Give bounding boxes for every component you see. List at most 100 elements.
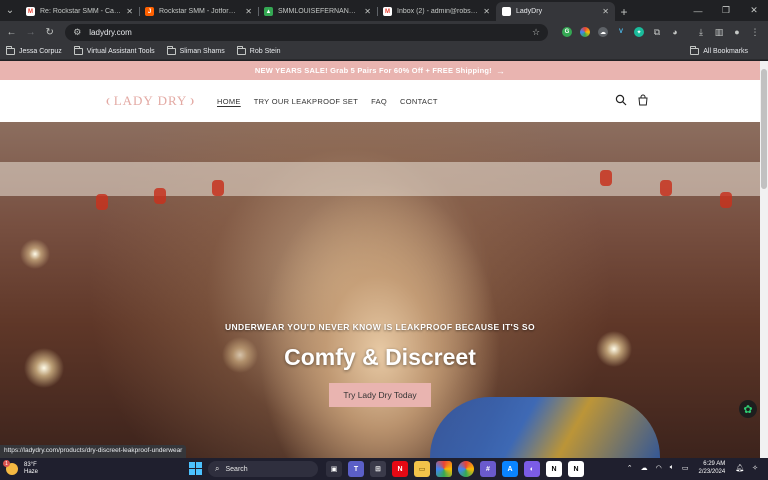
- browser-tab[interactable]: ▲ SMMLOUISEFERNANDEZCV.pdf ✕: [258, 2, 377, 21]
- logo-wing-right-icon: ❩: [188, 96, 197, 106]
- notion-calendar-icon[interactable]: N: [568, 461, 584, 477]
- side-panel-icon[interactable]: ▥: [712, 25, 726, 39]
- site-info-icon[interactable]: ⚙: [73, 27, 81, 38]
- weather-widget[interactable]: 1 83°F Haze: [3, 460, 38, 476]
- all-bookmarks[interactable]: All Bookmarks: [690, 43, 748, 60]
- task-view-icon[interactable]: ▣: [326, 461, 342, 477]
- canva-icon[interactable]: ◐: [524, 461, 540, 477]
- close-tab-icon[interactable]: ✕: [126, 7, 133, 16]
- header-icons: [606, 93, 650, 107]
- browser-tab[interactable]: M Re: Rockstar SMM - Caroline Sc ✕: [20, 2, 139, 21]
- nav-faq[interactable]: FAQ: [371, 97, 387, 106]
- try-lady-dry-button[interactable]: Try Lady Dry Today: [329, 383, 431, 407]
- tab-title: SMMLOUISEFERNANDEZCV.pdf: [278, 8, 361, 15]
- arrow-right-icon: →: [495, 65, 506, 76]
- site-logo[interactable]: ❨ LADY DRY ❩: [104, 93, 197, 109]
- background-lamp: [154, 188, 166, 204]
- close-tab-icon[interactable]: ✕: [245, 7, 252, 16]
- background-lamp: [660, 180, 672, 196]
- gmail-icon: M: [383, 7, 392, 16]
- notification-bell-icon[interactable]: 🔔︎: [735, 464, 744, 472]
- chrome-icon[interactable]: [436, 461, 452, 477]
- chrome-profile-icon[interactable]: [458, 461, 474, 477]
- slack-icon[interactable]: #: [480, 461, 496, 477]
- tab-title: Rockstar SMM - Jotform Tables: [159, 8, 241, 15]
- search-icon: ⌕: [215, 464, 220, 473]
- bookmark-folder[interactable]: Sliman Shams: [166, 45, 225, 55]
- extension-v-icon[interactable]: V: [616, 27, 626, 37]
- nav-try-leakproof-set[interactable]: TRY OUR LEAKPROOF SET: [254, 97, 358, 106]
- address-bar[interactable]: ⚙ ladydry.com ☆: [65, 23, 549, 41]
- extension-color-icon[interactable]: [580, 27, 591, 37]
- chatgpt-assistant-icon[interactable]: ✿: [739, 400, 757, 418]
- windows-start-icon[interactable]: [189, 462, 202, 475]
- wifi-icon[interactable]: ◠: [656, 464, 662, 472]
- browser-tab[interactable]: J Rockstar SMM - Jotform Tables ✕: [139, 2, 258, 21]
- nav-contact[interactable]: CONTACT: [400, 97, 438, 106]
- bookmark-folder[interactable]: Rob Stein: [236, 45, 281, 55]
- hero-subtitle: UNDERWEAR YOU'D NEVER KNOW IS LEAKPROOF …: [224, 322, 536, 332]
- battery-icon[interactable]: ▭: [682, 464, 689, 472]
- background-lamp: [96, 194, 108, 210]
- folder-icon: [166, 45, 176, 55]
- system-clock[interactable]: 6:29 AM 2/23/2024: [699, 460, 726, 476]
- profile-avatar-icon[interactable]: ◕: [668, 25, 682, 39]
- browser-tab[interactable]: M Inbox (2) - admin@robstein.co ✕: [377, 2, 496, 21]
- weather-sun-icon: 1: [3, 460, 18, 475]
- app-store-icon[interactable]: A: [502, 461, 518, 477]
- volume-icon[interactable]: 🔈︎: [670, 464, 674, 472]
- close-tab-icon[interactable]: ✕: [483, 7, 490, 16]
- extensions-puzzle-icon[interactable]: ⧉: [650, 25, 664, 39]
- nav-home[interactable]: HOME: [217, 97, 241, 106]
- taskbar-apps: ▣ T ⊞ N ▭ # A ◐ N N: [326, 461, 590, 477]
- maximize-icon[interactable]: ❐: [712, 0, 740, 21]
- cart-icon[interactable]: [636, 93, 650, 107]
- folder-icon: [690, 46, 700, 55]
- extension-openai-icon[interactable]: ✦: [634, 27, 645, 37]
- reload-icon[interactable]: ↻: [42, 24, 57, 40]
- site-header: ❨ LADY DRY ❩ HOME TRY OUR LEAKPROOF SET …: [0, 80, 760, 122]
- download-icon[interactable]: ⤓: [694, 25, 708, 39]
- web-page: NEW YEARS SALE! Grab 5 Pairs For 60% Off…: [0, 61, 760, 460]
- browser-tab-active[interactable]: LadyDry ✕: [496, 2, 615, 21]
- search-icon[interactable]: [614, 93, 628, 107]
- bookmark-folder[interactable]: Jessa Corpuz: [6, 45, 62, 55]
- onedrive-icon[interactable]: ☁: [641, 464, 648, 472]
- back-arrow-icon[interactable]: ←: [4, 24, 19, 40]
- close-tab-icon[interactable]: ✕: [364, 7, 371, 16]
- tab-title: Re: Rockstar SMM - Caroline Sc: [40, 8, 122, 15]
- drive-icon: ▲: [264, 7, 273, 16]
- announcement-text: NEW YEARS SALE! Grab 5 Pairs For 60% Off…: [254, 66, 492, 75]
- extensions-area: G ☁ V ✦ ⧉ ◕ ⤓ ▥ ● ⋮: [558, 25, 764, 39]
- tab-title: Inbox (2) - admin@robstein.co: [397, 8, 479, 15]
- ladydry-favicon-icon: [502, 7, 511, 16]
- copilot-icon[interactable]: ✧: [752, 464, 758, 472]
- folder-icon: [73, 45, 83, 55]
- close-window-icon[interactable]: ✕: [740, 0, 768, 21]
- scrollbar-thumb[interactable]: [761, 69, 767, 189]
- minimize-icon[interactable]: —: [684, 0, 712, 21]
- search-label: Search: [225, 465, 248, 473]
- bookmark-star-icon[interactable]: ☆: [532, 27, 540, 38]
- chevron-up-icon[interactable]: ⌃: [627, 464, 633, 472]
- extension-cloud-icon[interactable]: ☁: [598, 27, 609, 37]
- bookmark-folder[interactable]: Virtual Assistant Tools: [73, 45, 155, 55]
- close-tab-icon[interactable]: ✕: [602, 7, 609, 16]
- logo-wing-left-icon: ❨: [105, 96, 113, 106]
- store-icon[interactable]: ⊞: [370, 461, 386, 477]
- page-scrollbar[interactable]: [760, 61, 768, 460]
- file-explorer-icon[interactable]: ▭: [414, 461, 430, 477]
- extension-g-icon[interactable]: G: [562, 27, 573, 37]
- netflix-icon[interactable]: N: [392, 461, 408, 477]
- taskbar-search[interactable]: ⌕ Search: [208, 461, 318, 477]
- menu-kebab-icon[interactable]: ⋮: [748, 25, 762, 39]
- tab-search-icon[interactable]: ⌄: [0, 0, 20, 21]
- new-tab-icon[interactable]: +: [615, 2, 633, 21]
- account-icon[interactable]: ●: [730, 25, 744, 39]
- notion-icon[interactable]: N: [546, 461, 562, 477]
- bookmark-label: All Bookmarks: [703, 48, 748, 55]
- announcement-bar[interactable]: NEW YEARS SALE! Grab 5 Pairs For 60% Off…: [0, 61, 760, 80]
- bookmark-label: Sliman Shams: [179, 47, 225, 55]
- forward-arrow-icon[interactable]: →: [23, 24, 38, 40]
- teams-icon[interactable]: T: [348, 461, 364, 477]
